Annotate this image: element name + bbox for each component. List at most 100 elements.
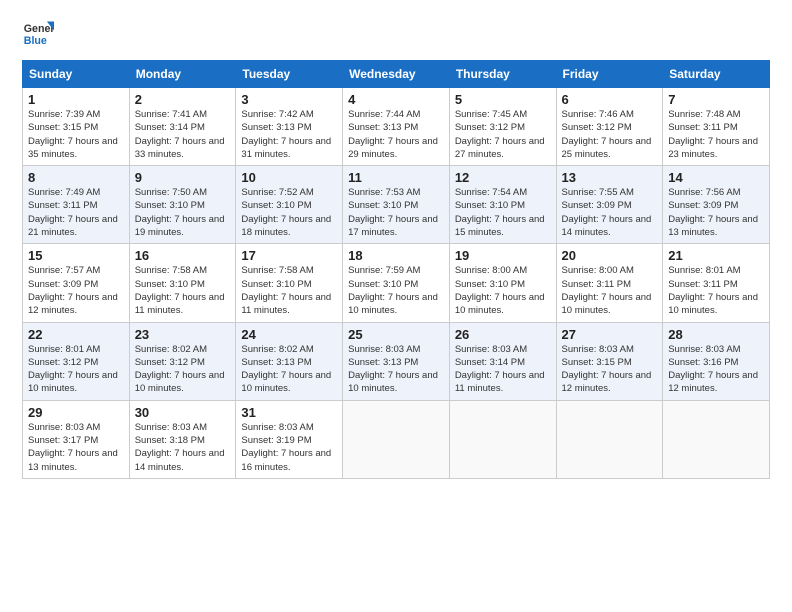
calendar-cell: 3Sunrise: 7:42 AMSunset: 3:13 PMDaylight… (236, 88, 343, 166)
calendar-cell: 30Sunrise: 8:03 AMSunset: 3:18 PMDayligh… (129, 400, 236, 478)
calendar-cell: 20Sunrise: 8:00 AMSunset: 3:11 PMDayligh… (556, 244, 663, 322)
day-info: Sunrise: 8:03 AMSunset: 3:16 PMDaylight:… (668, 343, 764, 396)
weekday-header-row: SundayMondayTuesdayWednesdayThursdayFrid… (23, 61, 770, 88)
day-info: Sunrise: 8:00 AMSunset: 3:11 PMDaylight:… (562, 264, 658, 317)
calendar-cell: 31Sunrise: 8:03 AMSunset: 3:19 PMDayligh… (236, 400, 343, 478)
svg-text:Blue: Blue (24, 35, 47, 47)
day-info: Sunrise: 7:39 AMSunset: 3:15 PMDaylight:… (28, 108, 124, 161)
calendar-body: 1Sunrise: 7:39 AMSunset: 3:15 PMDaylight… (23, 88, 770, 479)
calendar-cell: 14Sunrise: 7:56 AMSunset: 3:09 PMDayligh… (663, 166, 770, 244)
day-number: 9 (135, 170, 231, 185)
day-number: 8 (28, 170, 124, 185)
calendar-cell: 18Sunrise: 7:59 AMSunset: 3:10 PMDayligh… (343, 244, 450, 322)
calendar-cell: 13Sunrise: 7:55 AMSunset: 3:09 PMDayligh… (556, 166, 663, 244)
day-info: Sunrise: 7:49 AMSunset: 3:11 PMDaylight:… (28, 186, 124, 239)
day-number: 7 (668, 92, 764, 107)
calendar-cell: 19Sunrise: 8:00 AMSunset: 3:10 PMDayligh… (449, 244, 556, 322)
calendar-cell: 25Sunrise: 8:03 AMSunset: 3:13 PMDayligh… (343, 322, 450, 400)
calendar-week-row: 1Sunrise: 7:39 AMSunset: 3:15 PMDaylight… (23, 88, 770, 166)
weekday-header-cell: Monday (129, 61, 236, 88)
day-number: 24 (241, 327, 337, 342)
day-number: 27 (562, 327, 658, 342)
day-info: Sunrise: 8:00 AMSunset: 3:10 PMDaylight:… (455, 264, 551, 317)
day-number: 10 (241, 170, 337, 185)
calendar-cell: 28Sunrise: 8:03 AMSunset: 3:16 PMDayligh… (663, 322, 770, 400)
day-info: Sunrise: 7:59 AMSunset: 3:10 PMDaylight:… (348, 264, 444, 317)
day-info: Sunrise: 7:45 AMSunset: 3:12 PMDaylight:… (455, 108, 551, 161)
day-info: Sunrise: 8:02 AMSunset: 3:12 PMDaylight:… (135, 343, 231, 396)
calendar-cell: 27Sunrise: 8:03 AMSunset: 3:15 PMDayligh… (556, 322, 663, 400)
day-info: Sunrise: 7:56 AMSunset: 3:09 PMDaylight:… (668, 186, 764, 239)
day-number: 23 (135, 327, 231, 342)
calendar-cell (449, 400, 556, 478)
day-info: Sunrise: 7:53 AMSunset: 3:10 PMDaylight:… (348, 186, 444, 239)
day-number: 25 (348, 327, 444, 342)
day-number: 4 (348, 92, 444, 107)
day-info: Sunrise: 7:54 AMSunset: 3:10 PMDaylight:… (455, 186, 551, 239)
calendar-cell: 8Sunrise: 7:49 AMSunset: 3:11 PMDaylight… (23, 166, 130, 244)
calendar-week-row: 22Sunrise: 8:01 AMSunset: 3:12 PMDayligh… (23, 322, 770, 400)
weekday-header-cell: Tuesday (236, 61, 343, 88)
day-info: Sunrise: 7:58 AMSunset: 3:10 PMDaylight:… (135, 264, 231, 317)
day-info: Sunrise: 7:48 AMSunset: 3:11 PMDaylight:… (668, 108, 764, 161)
day-number: 30 (135, 405, 231, 420)
calendar-cell: 17Sunrise: 7:58 AMSunset: 3:10 PMDayligh… (236, 244, 343, 322)
calendar-cell: 22Sunrise: 8:01 AMSunset: 3:12 PMDayligh… (23, 322, 130, 400)
day-number: 11 (348, 170, 444, 185)
calendar-week-row: 29Sunrise: 8:03 AMSunset: 3:17 PMDayligh… (23, 400, 770, 478)
day-number: 17 (241, 248, 337, 263)
calendar-cell: 12Sunrise: 7:54 AMSunset: 3:10 PMDayligh… (449, 166, 556, 244)
day-info: Sunrise: 7:55 AMSunset: 3:09 PMDaylight:… (562, 186, 658, 239)
day-info: Sunrise: 8:03 AMSunset: 3:17 PMDaylight:… (28, 421, 124, 474)
day-info: Sunrise: 8:02 AMSunset: 3:13 PMDaylight:… (241, 343, 337, 396)
calendar-cell: 1Sunrise: 7:39 AMSunset: 3:15 PMDaylight… (23, 88, 130, 166)
page: General Blue SundayMondayTuesdayWednesda… (0, 0, 792, 612)
day-info: Sunrise: 7:41 AMSunset: 3:14 PMDaylight:… (135, 108, 231, 161)
day-info: Sunrise: 7:46 AMSunset: 3:12 PMDaylight:… (562, 108, 658, 161)
calendar-cell: 6Sunrise: 7:46 AMSunset: 3:12 PMDaylight… (556, 88, 663, 166)
day-info: Sunrise: 7:50 AMSunset: 3:10 PMDaylight:… (135, 186, 231, 239)
weekday-header-cell: Friday (556, 61, 663, 88)
day-number: 16 (135, 248, 231, 263)
weekday-header-cell: Thursday (449, 61, 556, 88)
day-info: Sunrise: 7:57 AMSunset: 3:09 PMDaylight:… (28, 264, 124, 317)
day-number: 6 (562, 92, 658, 107)
calendar-cell: 2Sunrise: 7:41 AMSunset: 3:14 PMDaylight… (129, 88, 236, 166)
calendar-week-row: 8Sunrise: 7:49 AMSunset: 3:11 PMDaylight… (23, 166, 770, 244)
calendar-cell: 26Sunrise: 8:03 AMSunset: 3:14 PMDayligh… (449, 322, 556, 400)
day-info: Sunrise: 7:44 AMSunset: 3:13 PMDaylight:… (348, 108, 444, 161)
day-number: 5 (455, 92, 551, 107)
weekday-header-cell: Wednesday (343, 61, 450, 88)
day-number: 22 (28, 327, 124, 342)
weekday-header-cell: Sunday (23, 61, 130, 88)
day-number: 1 (28, 92, 124, 107)
day-number: 2 (135, 92, 231, 107)
day-info: Sunrise: 8:03 AMSunset: 3:15 PMDaylight:… (562, 343, 658, 396)
day-info: Sunrise: 8:03 AMSunset: 3:19 PMDaylight:… (241, 421, 337, 474)
calendar-cell: 29Sunrise: 8:03 AMSunset: 3:17 PMDayligh… (23, 400, 130, 478)
day-number: 15 (28, 248, 124, 263)
calendar-cell: 24Sunrise: 8:02 AMSunset: 3:13 PMDayligh… (236, 322, 343, 400)
day-info: Sunrise: 8:01 AMSunset: 3:12 PMDaylight:… (28, 343, 124, 396)
header: General Blue (22, 18, 770, 50)
day-info: Sunrise: 7:58 AMSunset: 3:10 PMDaylight:… (241, 264, 337, 317)
day-number: 29 (28, 405, 124, 420)
logo-icon: General Blue (22, 18, 54, 50)
calendar-cell: 10Sunrise: 7:52 AMSunset: 3:10 PMDayligh… (236, 166, 343, 244)
calendar-cell (343, 400, 450, 478)
calendar-cell: 5Sunrise: 7:45 AMSunset: 3:12 PMDaylight… (449, 88, 556, 166)
day-info: Sunrise: 7:52 AMSunset: 3:10 PMDaylight:… (241, 186, 337, 239)
calendar-cell: 21Sunrise: 8:01 AMSunset: 3:11 PMDayligh… (663, 244, 770, 322)
calendar-cell: 9Sunrise: 7:50 AMSunset: 3:10 PMDaylight… (129, 166, 236, 244)
calendar-cell: 16Sunrise: 7:58 AMSunset: 3:10 PMDayligh… (129, 244, 236, 322)
day-info: Sunrise: 8:03 AMSunset: 3:14 PMDaylight:… (455, 343, 551, 396)
day-number: 14 (668, 170, 764, 185)
day-info: Sunrise: 8:03 AMSunset: 3:13 PMDaylight:… (348, 343, 444, 396)
calendar-cell: 7Sunrise: 7:48 AMSunset: 3:11 PMDaylight… (663, 88, 770, 166)
day-info: Sunrise: 7:42 AMSunset: 3:13 PMDaylight:… (241, 108, 337, 161)
day-number: 19 (455, 248, 551, 263)
svg-text:General: General (24, 23, 54, 35)
day-number: 26 (455, 327, 551, 342)
calendar-cell: 23Sunrise: 8:02 AMSunset: 3:12 PMDayligh… (129, 322, 236, 400)
calendar-cell: 4Sunrise: 7:44 AMSunset: 3:13 PMDaylight… (343, 88, 450, 166)
